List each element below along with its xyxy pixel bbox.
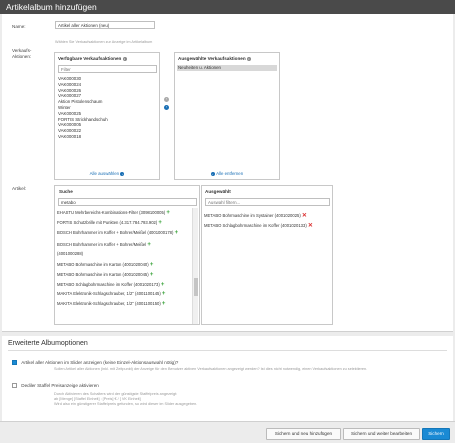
list-item[interactable]: METABO Bohrmaschine im Systainer (400102… — [204, 213, 307, 219]
move-left-icon[interactable]: ‹ — [164, 97, 169, 102]
info-icon: i — [246, 56, 251, 61]
available-campaigns-box: Verfügbare Verkaufsaktionen i VAK000030 … — [54, 52, 160, 180]
chosen-title: Ausgewählt — [205, 189, 231, 194]
save-button[interactable]: Sichern — [422, 428, 450, 440]
available-filter-input[interactable] — [58, 65, 157, 73]
arrow-left-icon: ‹ — [210, 171, 215, 176]
selected-campaigns-title: Ausgewählte Verkaufsaktionen i — [178, 56, 251, 61]
info-icon: i — [122, 56, 127, 61]
table-row[interactable]: EHASTU Mehrbereichs-Kombinations-Filter … — [57, 210, 170, 216]
option1-hint: Sollen Artikel aller Aktionen (inkl. mit… — [54, 367, 368, 371]
add-icon[interactable]: + — [161, 282, 165, 288]
option1-label: Artikel aller Aktionen im Slider anzeige… — [21, 360, 179, 365]
advanced-options-title: Erweiterte Albumoptionen — [8, 340, 88, 347]
list-item[interactable]: VAK000018 — [58, 134, 157, 140]
add-icon[interactable]: + — [162, 291, 166, 297]
divider — [8, 350, 447, 351]
chosen-articles-box: Ausgewählt METABO Bohrmaschine im Systai… — [201, 185, 333, 325]
table-row[interactable]: MAKITA Elektronik-Schlagschrauber, 1/2" … — [57, 301, 165, 307]
move-right-icon[interactable]: › — [164, 105, 169, 110]
table-row-continued: (4001000288) — [57, 251, 84, 256]
table-row[interactable]: METABO Bohrmaschine im Karton (400102004… — [57, 272, 153, 278]
table-row[interactable]: BOSCH Bohrhammer im Koffer + Bohrer/Meiß… — [57, 230, 178, 236]
add-icon[interactable]: + — [150, 272, 154, 278]
option2-checkbox[interactable] — [12, 383, 17, 389]
page-title: Artikelalbum hinzufügen — [6, 2, 97, 12]
arrow-right-icon: › — [120, 171, 125, 176]
select-all-link[interactable]: Alle auswählen › — [55, 171, 159, 176]
list-item[interactable]: METABO Schlagbohrmaschine im Koffer (400… — [204, 223, 313, 229]
option1-checkbox[interactable] — [12, 360, 17, 366]
article-label: Artikel: — [12, 186, 27, 191]
remove-icon[interactable]: ✕ — [302, 213, 307, 219]
save-and-continue-button[interactable]: Sichern und weiter bearbeiten — [343, 428, 420, 440]
selected-campaigns-box: Ausgewählte Verkaufsaktionen i Neuheiten… — [174, 52, 280, 180]
search-title: Suche — [59, 189, 73, 194]
form-panel: Name: Verkaufs- Aktionen: Wählen Sie Ver… — [2, 14, 453, 332]
article-search-box: Suche EHASTU Mehrbereichs-Kombinations-F… — [54, 185, 200, 325]
table-row[interactable]: METABO Schlagbohrmaschine im Koffer (400… — [57, 282, 164, 288]
remove-all-link[interactable]: ‹ Alle entfernen — [175, 171, 279, 176]
available-campaigns-title: Verfügbare Verkaufsaktionen i — [58, 56, 127, 61]
option2-label: Dediler Staffel Preisanzeige aktivieren — [21, 383, 99, 388]
table-row[interactable]: BOSCH Bohrhammer im Koffer + Bohrer/Meiß… — [57, 242, 151, 248]
campaigns-hint: Wählen Sie Verkaufsaktionen zur Anzeige … — [55, 40, 153, 44]
table-row[interactable]: MAKITA Elektronik-Schlagschrauber, 1/2" … — [57, 291, 165, 297]
add-icon[interactable]: + — [150, 262, 154, 268]
add-icon[interactable]: + — [175, 230, 179, 236]
option2-hint: Durch Aktivieren des Schalters wird der … — [54, 392, 198, 406]
remove-all-label: Alle entfernen — [216, 171, 244, 176]
search-scrollbar[interactable] — [192, 208, 198, 324]
page-header: Artikelalbum hinzufügen — [0, 0, 455, 14]
option2-row: Dediler Staffel Preisanzeige aktivieren — [12, 383, 99, 389]
scrollbar-thumb[interactable] — [194, 278, 198, 296]
remove-icon[interactable]: ✕ — [308, 223, 313, 229]
add-icon[interactable]: + — [147, 242, 151, 248]
add-icon[interactable]: + — [162, 301, 166, 307]
search-input[interactable] — [58, 198, 197, 206]
campaigns-label: Verkaufs- Aktionen: — [12, 48, 32, 59]
chosen-filter-input[interactable] — [205, 198, 330, 206]
list-item[interactable]: Neuheiten u. Aktionen — [177, 65, 277, 71]
table-row[interactable]: METABO Bohrmaschine im Karton (400102004… — [57, 262, 153, 268]
available-campaigns-list: VAK000030 VAK000024 VAK000026 VAK000027 … — [58, 76, 157, 140]
option1-row: Artikel aller Aktionen im Slider anzeige… — [12, 360, 179, 366]
save-and-new-button[interactable]: Sichern und neu hinzufügen — [266, 428, 341, 440]
advanced-options-section: Erweiterte Albumoptionen Artikel aller A… — [2, 336, 453, 421]
search-results-list: EHASTU Mehrbereichs-Kombinations-Filter … — [55, 208, 191, 324]
select-all-label: Alle auswählen — [89, 171, 120, 176]
add-icon[interactable]: + — [166, 210, 170, 216]
footer-bar: Sichern und neu hinzufügen Sichern und w… — [0, 421, 455, 443]
name-input[interactable] — [55, 21, 155, 29]
add-icon[interactable]: + — [158, 220, 162, 226]
name-label: Name: — [12, 24, 26, 29]
table-row[interactable]: FORTIS Schutzbrille mit Punkten (4.317.7… — [57, 220, 162, 226]
